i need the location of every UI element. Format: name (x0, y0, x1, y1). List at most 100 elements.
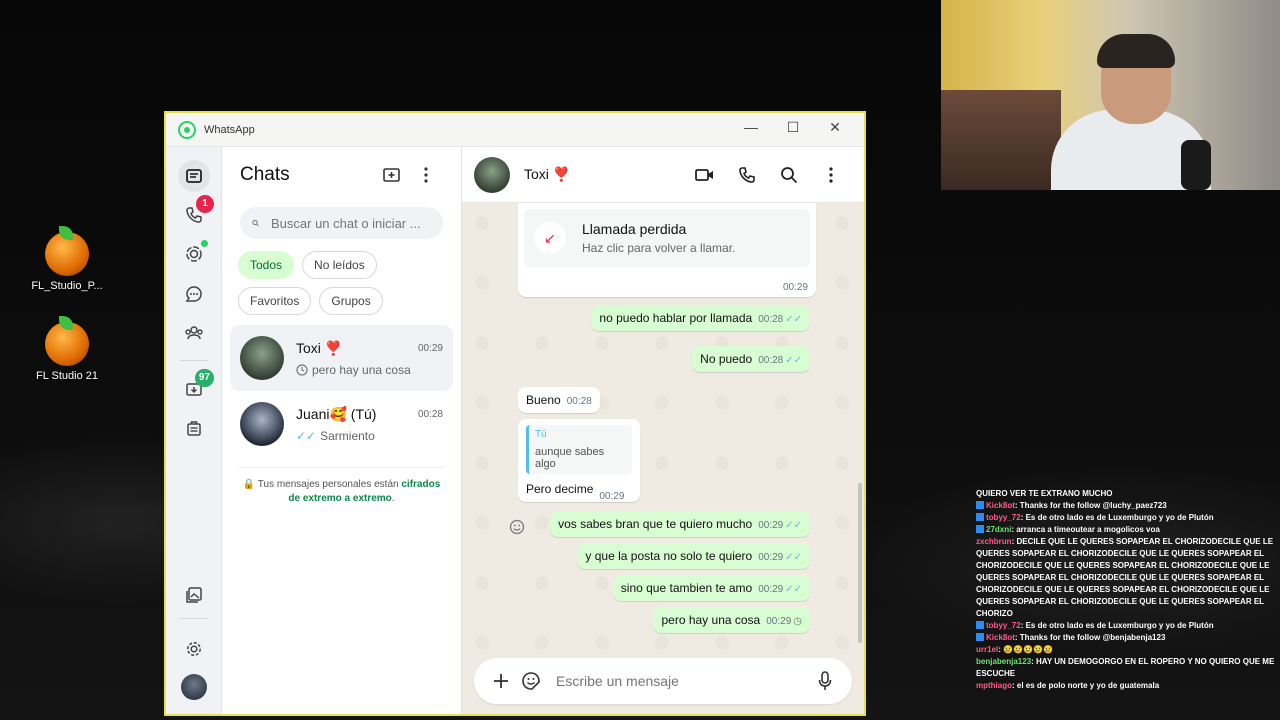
double-check-icon: ✓✓ (296, 428, 317, 443)
user-badge-icon (976, 525, 984, 533)
chat-list-title: Chats (240, 164, 290, 185)
filter-chip-grupos[interactable]: Grupos (319, 287, 383, 315)
fl-studio-icon (45, 316, 89, 366)
conversation-header: Toxi ❣️ (462, 147, 864, 203)
bot-badge-icon (976, 633, 984, 641)
filter-chip-favoritos[interactable]: Favoritos (238, 287, 312, 315)
message-bubble[interactable]: pero hay una cosa 00:29 ◷ (653, 607, 810, 633)
search-icon (781, 166, 798, 183)
desktop-icon-fl-studio-21[interactable]: FL Studio 21 (22, 316, 112, 382)
message-composer (474, 658, 852, 704)
sticker-icon (522, 672, 540, 690)
message-bubble[interactable]: no puedo hablar por llamada 00:28 ✓✓ (591, 305, 810, 331)
message-list-scrollbar[interactable] (858, 483, 862, 643)
lock-icon: 🔒 (242, 479, 256, 490)
nav-ai-button[interactable] (178, 412, 210, 444)
archived-badge: 97 (194, 369, 214, 387)
nav-chats-button[interactable] (178, 160, 210, 192)
message-bubble[interactable]: y que la posta no solo te quiero 00:29 ✓✓ (577, 543, 810, 569)
video-call-button[interactable] (684, 157, 726, 193)
user-badge-icon (976, 513, 984, 521)
nav-status-button[interactable] (178, 238, 210, 270)
chat-list-panel: Chats Todos No leídos Favoritos Grupos (222, 147, 462, 714)
chat-item-name: Juani🥰 (Tú) (296, 405, 377, 422)
search-icon (252, 219, 259, 227)
missed-call-icon: ↙ (534, 222, 566, 254)
window-titlebar: WhatsApp — ☐ ✕ (166, 113, 864, 147)
minimize-button[interactable]: — (730, 113, 772, 141)
calls-badge: 1 (196, 195, 214, 213)
webcam-microphone (1181, 140, 1211, 190)
more-vertical-icon (424, 167, 428, 183)
message-text: No puedo (700, 352, 753, 366)
chat-list-menu-button[interactable] (409, 158, 443, 192)
message-bubble[interactable]: No puedo 00:28 ✓✓ (692, 346, 810, 372)
chat-item-juani[interactable]: Juani🥰 (Tú) 00:28 ✓✓ Sarmiento (230, 391, 453, 457)
message-time: 00:29 (758, 520, 784, 531)
search-messages-button[interactable] (768, 157, 810, 193)
profile-avatar (181, 674, 207, 700)
quote-author: Tú (535, 429, 547, 440)
message-bubble-reply[interactable]: Tú aunque sabes algo Pero decime 00:29 (518, 419, 640, 502)
stream-chat-line: benjabenja123: HAY UN DEMOGORGO EN EL RO… (976, 657, 1275, 678)
sticker-button[interactable] (516, 666, 546, 696)
message-input[interactable] (556, 673, 810, 689)
contact-avatar (240, 402, 284, 446)
nav-archived-button[interactable]: 97 (178, 369, 214, 405)
nav-channels-button[interactable] (178, 278, 210, 310)
message-list[interactable]: ↙ Llamada perdida Haz clic para volver a… (462, 203, 864, 650)
desktop-icon-label: FL Studio 21 (36, 370, 98, 382)
rail-divider (180, 360, 208, 361)
chat-item-name: Toxi ❣️ (296, 339, 343, 356)
message-bubble[interactable]: vos sabes bran que te quiero mucho 00:29 ✓… (550, 511, 810, 537)
quoted-message[interactable]: Tú aunque sabes algo (526, 425, 632, 474)
read-receipt-icon: ✓✓ (785, 355, 802, 366)
stream-chat-line: zxchbrun: DECILE QUE LE QUERES SOPAPEAR … (976, 537, 1274, 618)
clock-icon (296, 363, 308, 376)
emoji-reaction-button[interactable] (506, 516, 528, 538)
microphone-icon (818, 671, 832, 690)
contact-name[interactable]: Toxi ❣️ (524, 166, 684, 183)
conversation-menu-button[interactable] (810, 157, 852, 193)
video-camera-icon (695, 168, 713, 181)
message-time: 00:28 (758, 314, 784, 325)
chat-search-bar[interactable] (240, 207, 443, 239)
message-text: sino que tambien te amo (620, 581, 753, 595)
chat-item-preview: pero hay una cosa (312, 362, 411, 377)
missed-call-subtitle: Haz clic para volver a llamar. (582, 241, 736, 255)
message-text: pero hay una cosa (661, 613, 761, 627)
e2e-text: Tus mensajes personales están (257, 479, 399, 490)
message-bubble[interactable]: sino que tambien te amo 00:29 ✓✓ (612, 575, 810, 601)
chat-item-toxi[interactable]: Toxi ❣️ 00:29 pero hay una cosa (230, 325, 453, 391)
filter-chip-no-leidos[interactable]: No leídos (302, 251, 377, 279)
desktop-icon-fl-studio-p[interactable]: FL_Studio_P... (22, 226, 112, 292)
voice-call-button[interactable] (726, 157, 768, 193)
conversation-panel: Toxi ❣️ ↙ Llamada perdida Haz clic para … (462, 147, 864, 714)
close-button[interactable]: ✕ (814, 113, 856, 141)
read-receipt-icon: ✓✓ (785, 584, 802, 595)
read-receipt-icon: ✓✓ (785, 552, 802, 563)
gallery-icon (186, 587, 202, 603)
voice-message-button[interactable] (810, 666, 840, 696)
user-badge-icon (976, 621, 984, 629)
nav-communities-button[interactable] (178, 317, 210, 349)
nav-settings-button[interactable] (178, 633, 210, 665)
missed-call-message[interactable]: ↙ Llamada perdida Haz clic para volver a… (518, 203, 816, 297)
message-time: 00:29 (758, 552, 784, 563)
message-time: 00:29 (758, 584, 784, 595)
rail-divider (180, 618, 208, 619)
message-bubble[interactable]: Bueno 00:28 (518, 387, 600, 413)
maximize-button[interactable]: ☐ (772, 113, 814, 141)
nav-profile-button[interactable] (178, 671, 210, 703)
nav-calls-button[interactable]: 1 (178, 195, 214, 231)
contact-avatar[interactable] (474, 156, 510, 193)
new-chat-button[interactable] (375, 158, 409, 192)
plus-icon (494, 674, 508, 688)
search-input[interactable] (271, 215, 431, 231)
attach-button[interactable] (486, 666, 516, 696)
message-time: 00:29 (782, 282, 808, 293)
pending-clock-icon: ◷ (793, 616, 802, 627)
nav-media-button[interactable] (178, 579, 210, 611)
filter-chip-todos[interactable]: Todos (238, 251, 295, 279)
stream-chat-line: tobyy_72: Es de otro lado es de Luxembur… (976, 620, 1276, 632)
